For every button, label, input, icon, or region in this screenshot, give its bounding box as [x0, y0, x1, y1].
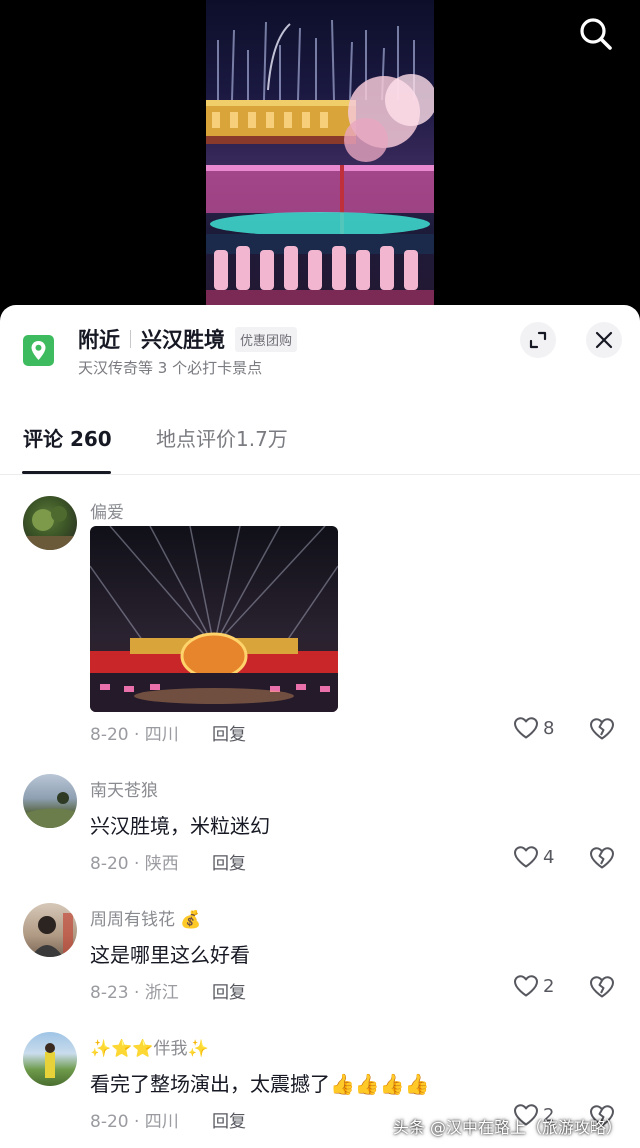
title-divider — [130, 330, 131, 348]
comment-text: 看完了整场演出，太震撼了👍👍👍👍 — [90, 1072, 430, 1096]
location-title-row: 附近 兴汉胜境 优惠团购 — [78, 323, 298, 355]
broken-heart-icon[interactable] — [589, 975, 615, 999]
avatar[interactable] — [23, 1032, 77, 1086]
comment-date-region: 8-20 · 四川 — [90, 725, 179, 745]
comment-date-region: 8-20 · 四川 — [90, 1112, 179, 1132]
heart-icon — [514, 717, 538, 739]
like-count: 4 — [543, 846, 555, 868]
source-watermark: 头条 @汉中在路上（旅游攻略） — [392, 1118, 622, 1137]
location-subtitle[interactable]: 天汉传奇等 3 个必打卡景点 — [78, 357, 262, 378]
comment-username[interactable]: ✨⭐⭐伴我✨ — [90, 1034, 209, 1059]
avatar[interactable] — [23, 903, 77, 957]
comment-item: 周周有钱花 💰 这是哪里这么好看 8-23 · 浙江 回复 2 — [0, 903, 640, 1013]
active-tab-indicator — [22, 471, 111, 474]
comment-item: 南天苍狼 兴汉胜境，米粒迷幻 8-20 · 陕西 回复 4 — [0, 774, 640, 884]
location-sheet: 附近 兴汉胜境 优惠团购 天汉传奇等 3 个必打卡景点 评论 260 地点评价1… — [0, 305, 640, 1148]
expand-button[interactable] — [520, 322, 556, 358]
reply-button[interactable]: 回复 — [212, 849, 246, 874]
heart-icon — [514, 846, 538, 868]
heart-icon — [514, 975, 538, 997]
broken-heart-icon[interactable] — [589, 846, 615, 870]
video-player[interactable] — [0, 0, 640, 320]
comment-photo[interactable] — [90, 526, 338, 712]
comment-item: 偏爱 8-20 · 四川 回复 8 — [0, 496, 640, 746]
reply-button[interactable]: 回复 — [212, 978, 246, 1003]
reply-button[interactable]: 回复 — [212, 1107, 246, 1132]
comment-date-region: 8-20 · 陕西 — [90, 854, 179, 874]
comment-username[interactable]: 偏爱 — [90, 498, 124, 523]
map-pin-icon — [23, 335, 54, 366]
broken-heart-icon[interactable] — [589, 717, 615, 741]
tab-bar: 评论 260 地点评价1.7万 — [0, 413, 640, 475]
comment-text: 这是哪里这么好看 — [90, 943, 250, 967]
avatar[interactable] — [23, 496, 77, 550]
video-thumbnail[interactable] — [206, 0, 434, 305]
close-icon — [595, 331, 613, 349]
comment-username[interactable]: 周周有钱花 💰 — [90, 905, 202, 930]
reply-button[interactable]: 回复 — [212, 720, 246, 745]
like-count: 2 — [543, 975, 555, 997]
comment-username[interactable]: 南天苍狼 — [90, 776, 158, 801]
tab-place-rating[interactable]: 地点评价1.7万 — [156, 423, 288, 452]
like-count: 8 — [543, 717, 555, 739]
search-icon — [580, 18, 612, 50]
like-button[interactable]: 4 — [513, 845, 554, 869]
close-button[interactable] — [586, 322, 622, 358]
comment-text: 兴汉胜境，米粒迷幻 — [90, 814, 270, 838]
expand-icon — [529, 331, 547, 349]
avatar[interactable] — [23, 774, 77, 828]
location-header[interactable]: 附近 兴汉胜境 优惠团购 天汉传奇等 3 个必打卡景点 — [0, 305, 640, 395]
tab-comments[interactable]: 评论 260 — [23, 423, 112, 452]
comment-date-region: 8-23 · 浙江 — [90, 983, 179, 1003]
search-button[interactable] — [576, 14, 616, 54]
like-button[interactable]: 2 — [513, 974, 554, 998]
location-title[interactable]: 兴汉胜境 — [141, 324, 225, 354]
location-prefix: 附近 — [78, 328, 120, 352]
like-button[interactable]: 8 — [513, 716, 554, 740]
group-deal-badge[interactable]: 优惠团购 — [235, 326, 298, 352]
